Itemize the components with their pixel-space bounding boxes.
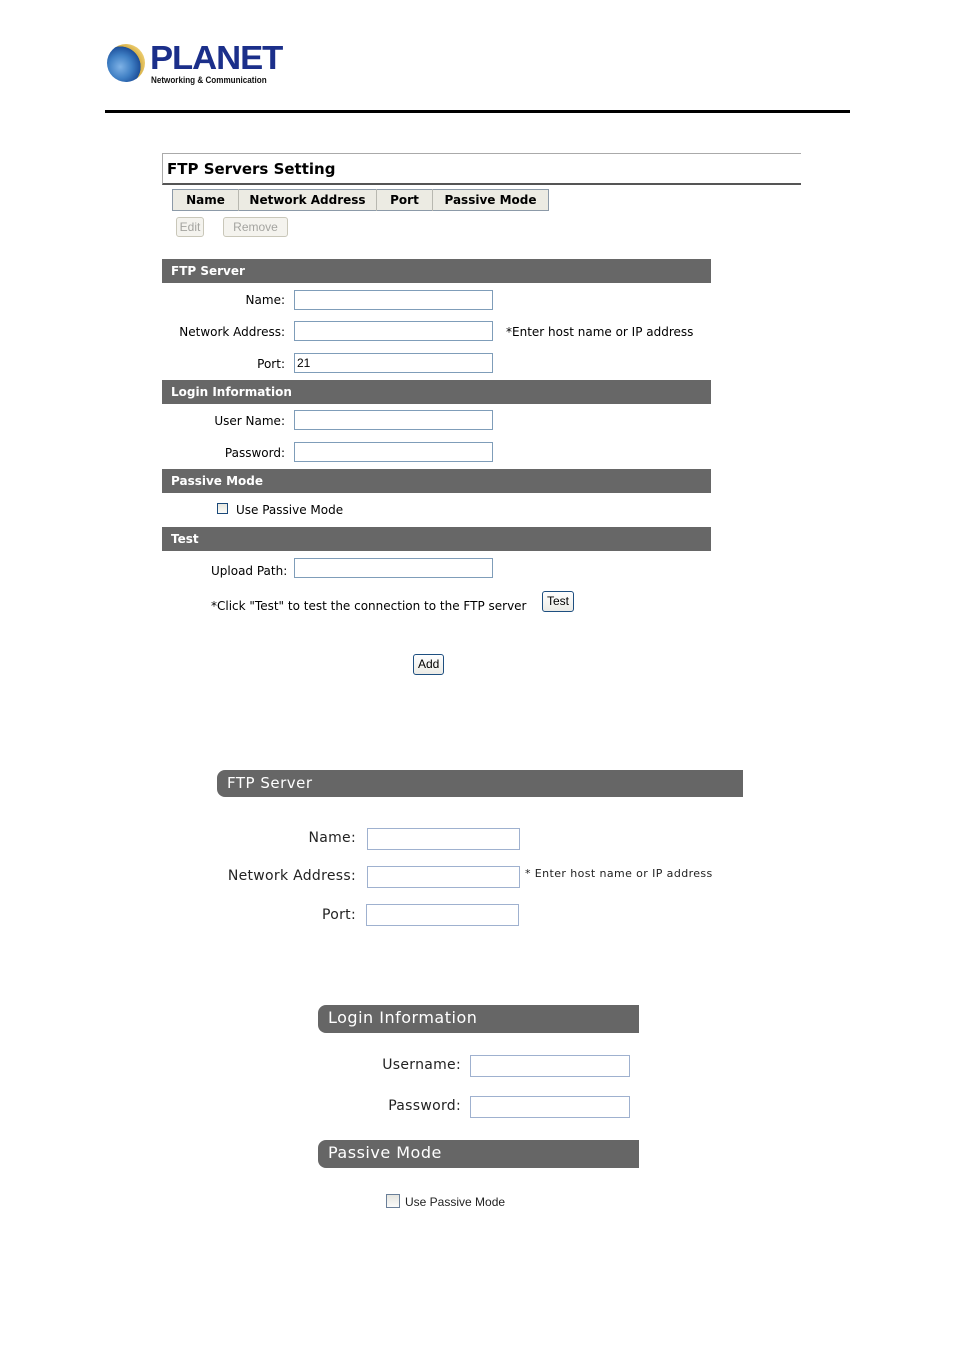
table-header-row: Name Network Address Port Passive Mode [172, 189, 549, 211]
password-label: Password: [224, 446, 285, 460]
use-passive-mode-label[interactable]: Use Passive Mode [236, 503, 343, 517]
name-label-2: Name: [308, 830, 356, 846]
section-header-passive-mode: Passive Mode [162, 469, 711, 493]
port-label-2: Port: [322, 907, 356, 923]
test-instruction-text: *Click "Test" to test the connection to … [211, 599, 527, 613]
add-button[interactable]: Add [413, 654, 445, 675]
column-header-network-address[interactable]: Network Address [238, 189, 377, 211]
section-header-passive-mode-2: Passive Mode [318, 1140, 639, 1168]
network-address-label: Network Address: [179, 325, 285, 339]
section-header-login-information: Login Information [162, 380, 711, 404]
edit-button[interactable]: Edit [176, 217, 204, 237]
column-header-port[interactable]: Port [376, 189, 433, 211]
header-divider [105, 110, 850, 113]
network-address-input[interactable] [294, 321, 493, 341]
section-header-ftp-server-2: FTP Server [217, 770, 743, 797]
username-input-2[interactable] [470, 1055, 630, 1077]
password-input-2[interactable] [470, 1096, 630, 1118]
username-input[interactable] [294, 410, 493, 430]
use-passive-mode-checkbox[interactable] [217, 503, 228, 514]
name-label: Name: [245, 293, 285, 307]
planet-logo-wordmark: PLANET [150, 39, 283, 76]
page-title: FTP Servers Setting [167, 160, 336, 178]
port-label: Port: [257, 357, 285, 371]
network-address-hint-2: * Enter host name or IP address [525, 867, 713, 880]
password-label-2: Password: [388, 1098, 461, 1114]
network-address-label-2: Network Address: [227, 868, 356, 884]
name-input[interactable] [294, 290, 493, 310]
use-passive-mode-checkbox-2[interactable] [386, 1194, 400, 1208]
network-address-hint: *Enter host name or IP address [506, 325, 694, 339]
section-header-test: Test [162, 527, 711, 551]
section-header-ftp-server: FTP Server [162, 259, 711, 283]
test-button[interactable]: Test [542, 591, 575, 612]
planet-logo-globe-icon [107, 44, 145, 82]
port-input[interactable] [294, 353, 493, 373]
password-input[interactable] [294, 442, 493, 462]
network-address-input-2[interactable] [367, 866, 520, 888]
port-input-2[interactable] [366, 904, 519, 926]
upload-path-label: Upload Path: [211, 564, 288, 578]
planet-logo-tagline: Networking & Communication [151, 75, 267, 85]
ftp-servers-table: Name Network Address Port Passive Mode [172, 189, 549, 211]
name-input-2[interactable] [367, 828, 520, 850]
username-label: User Name: [214, 414, 285, 428]
section-header-login-information-2: Login Information [318, 1005, 639, 1033]
column-header-passive-mode[interactable]: Passive Mode [432, 189, 549, 211]
remove-button[interactable]: Remove [223, 217, 288, 237]
use-passive-mode-label-2[interactable]: Use Passive Mode [405, 1195, 505, 1209]
username-label-2: Username: [382, 1057, 461, 1073]
column-header-name[interactable]: Name [172, 189, 239, 211]
upload-path-input[interactable] [294, 558, 493, 578]
